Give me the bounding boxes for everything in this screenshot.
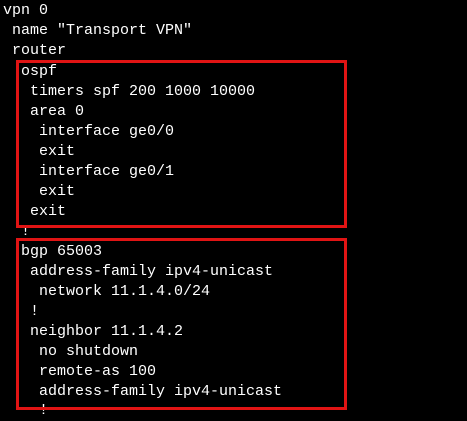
config-line-timers: timers spf 200 1000 10000 [3, 83, 256, 100]
config-line-interface-ge0-1: interface ge0/1 [3, 163, 175, 180]
config-line-vpn: vpn 0 [3, 2, 49, 19]
config-line-ospf: ospf [3, 63, 58, 80]
config-line-address-family-1: address-family ipv4-unicast [3, 263, 274, 280]
config-line-exit-1: exit [3, 143, 76, 160]
config-line-network: network 11.1.4.0/24 [3, 283, 211, 300]
config-line-bang-2: ! [3, 303, 40, 320]
config-line-bang-1: ! [3, 223, 31, 240]
config-line-bang-3: ! [3, 402, 49, 419]
config-line-address-family-2: address-family ipv4-unicast [3, 383, 283, 400]
config-line-neighbor: neighbor 11.1.4.2 [3, 323, 184, 340]
config-line-router: router [3, 42, 67, 59]
config-line-exit-3: exit [3, 203, 67, 220]
config-line-bgp: bgp 65003 [3, 243, 103, 260]
terminal-window: vpn 0 name "Transport VPN" router ospf t… [0, 0, 467, 421]
config-line-name: name "Transport VPN" [3, 22, 193, 39]
config-line-no-shutdown: no shutdown [3, 343, 139, 360]
config-line-remote-as: remote-as 100 [3, 363, 157, 380]
config-line-area: area 0 [3, 103, 85, 120]
config-line-interface-ge0-0: interface ge0/0 [3, 123, 175, 140]
config-line-exit-2: exit [3, 183, 76, 200]
